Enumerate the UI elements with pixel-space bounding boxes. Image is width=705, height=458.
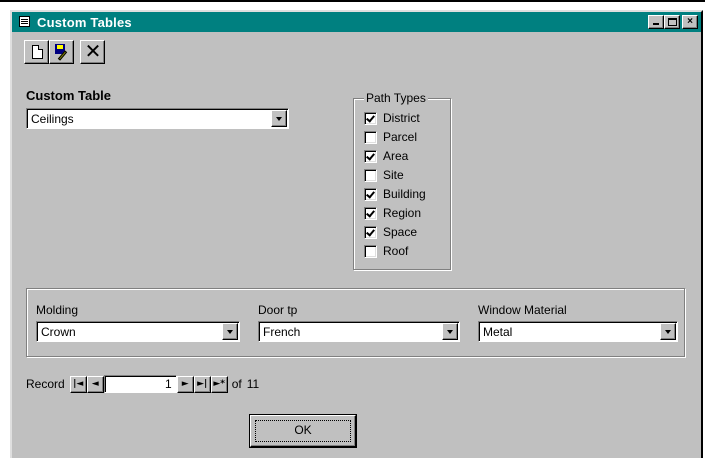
disk-pencil-icon <box>55 44 70 61</box>
checkbox-box[interactable] <box>364 244 377 258</box>
custom-table-combo[interactable]: Ceilings <box>26 108 289 129</box>
checkbox-roof[interactable]: Roof <box>364 242 408 260</box>
path-types-legend: Path Types <box>364 91 428 105</box>
toolbar: ✕ <box>24 40 105 64</box>
record-number-input[interactable]: 1 <box>103 375 177 393</box>
minimize-icon <box>653 23 659 25</box>
checkbox-box[interactable] <box>364 111 377 125</box>
form-icon <box>17 14 33 30</box>
delete-record-button[interactable]: ✕ <box>80 40 105 64</box>
door-value: French <box>263 325 301 339</box>
path-types-group: Path Types District Parcel Area Site Bui… <box>353 91 451 270</box>
checkbox-box[interactable] <box>364 187 377 201</box>
chevron-down-icon[interactable] <box>271 110 287 127</box>
checkbox-box[interactable] <box>364 168 377 182</box>
checkbox-box[interactable] <box>364 225 377 239</box>
window-material-value: Metal <box>483 325 513 339</box>
close-icon: × <box>687 16 693 27</box>
maximize-button[interactable] <box>664 15 680 29</box>
checkbox-building[interactable]: Building <box>364 185 426 203</box>
new-record-nav-button[interactable]: ►* <box>210 375 228 393</box>
new-record-button[interactable] <box>24 40 49 64</box>
edit-record-button[interactable] <box>49 40 74 64</box>
checkbox-space[interactable]: Space <box>364 223 417 241</box>
molding-value: Crown <box>41 325 76 339</box>
title-bar[interactable]: Custom Tables × <box>12 12 701 32</box>
record-label: Record <box>26 377 65 391</box>
checkbox-region[interactable]: Region <box>364 204 421 222</box>
close-button[interactable]: × <box>682 15 698 29</box>
x-icon: ✕ <box>84 39 102 63</box>
checkbox-label: Space <box>383 225 418 239</box>
record-of-label: of <box>231 377 242 391</box>
checkbox-label: District <box>383 111 420 125</box>
checkbox-box[interactable] <box>364 130 377 144</box>
door-label: Door tp <box>258 303 298 317</box>
checkbox-label: Region <box>383 206 422 220</box>
checkbox-label: Area <box>383 149 409 163</box>
record-total: 11 <box>246 377 260 391</box>
custom-table-label: Custom Table <box>26 88 111 103</box>
new-document-icon <box>32 45 43 59</box>
checkbox-box[interactable] <box>364 149 377 163</box>
ok-button[interactable]: OK <box>250 415 356 447</box>
first-record-button[interactable]: |◄ <box>69 375 87 393</box>
ok-button-label: OK <box>294 423 312 437</box>
checkbox-site[interactable]: Site <box>364 166 404 184</box>
next-record-button[interactable]: ► <box>176 375 194 393</box>
checkbox-label: Site <box>383 168 404 182</box>
prev-record-button[interactable]: ◄ <box>86 375 104 393</box>
molding-label: Molding <box>36 303 79 317</box>
molding-combo[interactable]: Crown <box>36 321 240 342</box>
checkbox-box[interactable] <box>364 206 377 220</box>
chevron-down-icon[interactable] <box>442 323 458 340</box>
checkbox-area[interactable]: Area <box>364 147 408 165</box>
custom-tables-window: Custom Tables × ✕ Custom Table Ceilings … <box>0 0 705 458</box>
minimize-button[interactable] <box>648 15 664 29</box>
window-material-label: Window Material <box>478 303 567 317</box>
window-material-combo[interactable]: Metal <box>478 321 678 342</box>
custom-table-value: Ceilings <box>31 112 74 126</box>
checkbox-label: Building <box>383 187 426 201</box>
checkbox-label: Parcel <box>383 130 418 144</box>
checkbox-district[interactable]: District <box>364 109 420 127</box>
chevron-down-icon[interactable] <box>660 323 676 340</box>
chevron-down-icon[interactable] <box>222 323 238 340</box>
door-combo[interactable]: French <box>258 321 460 342</box>
maximize-icon <box>668 18 677 26</box>
record-navigator: Record |◄ ◄ 1 ► ►| ►* of 11 <box>26 374 259 394</box>
last-record-button[interactable]: ►| <box>193 375 211 393</box>
window-title: Custom Tables <box>37 14 132 30</box>
checkbox-parcel[interactable]: Parcel <box>364 128 417 146</box>
window-controls: × <box>648 15 698 29</box>
checkbox-label: Roof <box>383 244 409 258</box>
